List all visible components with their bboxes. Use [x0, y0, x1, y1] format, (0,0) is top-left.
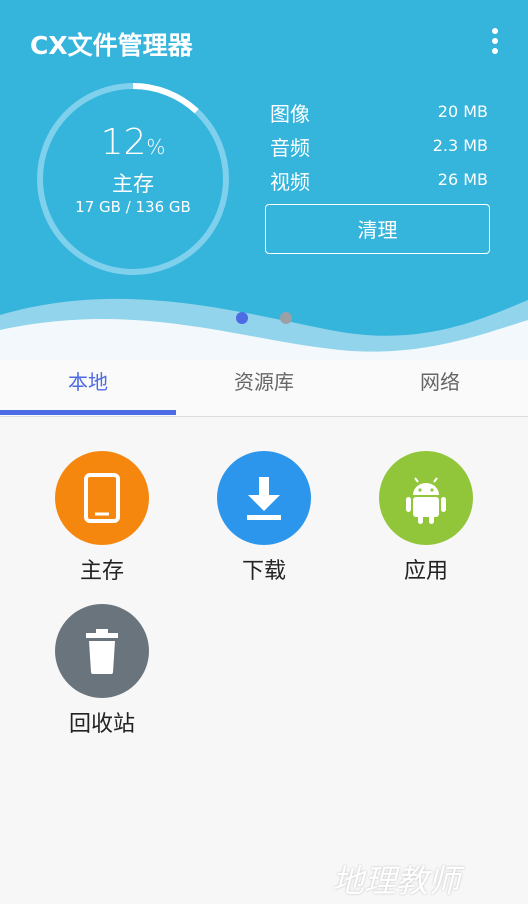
stat-value: 2.3 MB: [432, 136, 488, 155]
tab-indicator: [0, 410, 176, 415]
stat-name: 视频: [270, 170, 310, 194]
storage-label: 主存: [112, 172, 154, 196]
item-label: 回收站: [68, 712, 135, 737]
stat-value: 20 MB: [437, 102, 488, 121]
page-indicator-dot[interactable]: [280, 312, 292, 324]
tab-library[interactable]: 资源库: [176, 360, 352, 416]
storage-amount: 17 GB / 136 GB: [75, 198, 191, 216]
item-apps[interactable]: 应用: [356, 451, 496, 585]
tablet-icon: [55, 451, 149, 545]
tab-network[interactable]: 网络: [352, 360, 528, 416]
more-options-icon[interactable]: [484, 26, 506, 56]
tab-bar: 本地 资源库 网络: [0, 360, 528, 417]
clean-button[interactable]: 清理: [265, 204, 490, 254]
stat-value: 26 MB: [437, 170, 488, 189]
watermark: 地理教师: [332, 862, 461, 900]
item-label: 应用: [403, 559, 448, 584]
page-indicator-dot-active[interactable]: [236, 312, 248, 324]
item-recycle-bin[interactable]: 回收站: [32, 604, 172, 738]
stat-row-images: 图像 20 MB: [270, 96, 488, 130]
android-icon: [379, 451, 473, 545]
stat-name: 图像: [270, 102, 310, 126]
item-main-storage[interactable]: 主存: [32, 451, 172, 585]
download-icon: [217, 451, 311, 545]
stat-row-audio: 音频 2.3 MB: [270, 130, 488, 164]
media-stats: 图像 20 MB 音频 2.3 MB 视频 26 MB: [270, 96, 488, 198]
storage-summary[interactable]: 12% 主存 17 GB / 136 GB: [34, 80, 232, 278]
storage-percent: 12%: [100, 122, 166, 163]
item-label: 下载: [241, 559, 286, 584]
stat-row-video: 视频 26 MB: [270, 164, 488, 198]
stat-name: 音频: [270, 136, 310, 160]
item-label: 主存: [79, 559, 124, 584]
tab-local[interactable]: 本地: [0, 360, 176, 416]
trash-icon: [55, 604, 149, 698]
header-panel: CX文件管理器 12% 主存 17 GB / 136 GB 图像 20 MB 音…: [0, 0, 528, 360]
app-title: CX文件管理器: [30, 31, 193, 60]
item-downloads[interactable]: 下载: [194, 451, 334, 585]
